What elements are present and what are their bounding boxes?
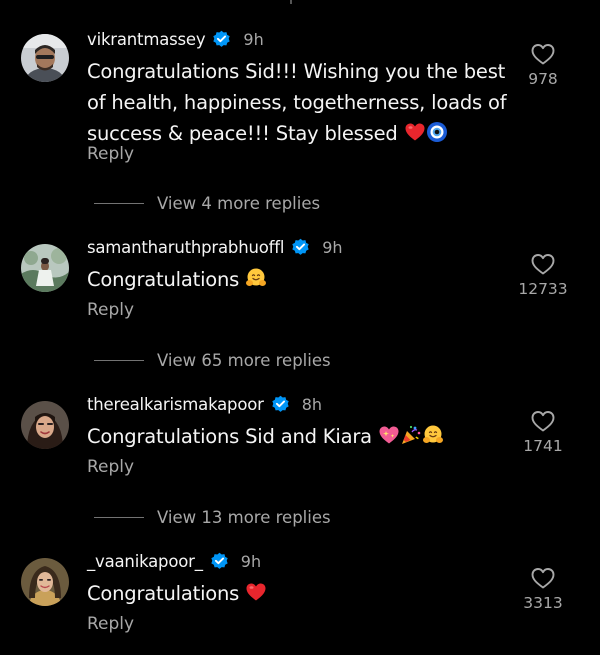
like-area: 1741 [513, 409, 573, 455]
comment-text-line-last: success & peace!!! Stay blessed [87, 118, 507, 149]
view-more-replies[interactable]: View 4 more replies [94, 194, 320, 213]
comment-text-line: success & peace!!! Stay blessed [87, 122, 398, 145]
verified-badge-icon [271, 395, 290, 414]
like-count: 3313 [523, 594, 563, 612]
comment-text-line: Congratulations [87, 268, 240, 291]
reply-button[interactable]: Reply [87, 457, 134, 477]
scroll-indicator [290, 0, 292, 4]
comment-header: therealkarismakapoor 8h [87, 393, 322, 415]
like-area: 978 [513, 42, 573, 88]
avatar[interactable] [21, 401, 69, 449]
red-heart-emoji [404, 121, 426, 143]
comment-text-line-last: Congratulations Sid and Kiara [87, 421, 507, 452]
comment-text: Congratulations [87, 578, 507, 609]
like-count: 12733 [518, 280, 568, 298]
view-more-replies[interactable]: View 13 more replies [94, 508, 331, 527]
reply-button[interactable]: Reply [87, 300, 134, 320]
username[interactable]: _vaanikapoor_ [87, 552, 203, 571]
comment-text-line: of health, happiness, togetherness, load… [87, 91, 507, 114]
verified-badge-icon [212, 30, 231, 49]
comment-header: samantharuthprabhuoffl 9h [87, 236, 343, 258]
verified-badge-icon [210, 552, 229, 571]
like-count: 978 [528, 70, 558, 88]
like-heart-icon[interactable] [530, 409, 556, 433]
red-heart-emoji [245, 581, 267, 603]
like-heart-icon[interactable] [530, 566, 556, 590]
like-heart-icon[interactable] [530, 42, 556, 66]
timestamp: 9h [243, 29, 264, 49]
timestamp: 9h [240, 551, 262, 571]
username[interactable]: therealkarismakapoor [87, 395, 264, 414]
timestamp: 8h [301, 394, 323, 414]
view-more-replies[interactable]: View 65 more replies [94, 351, 331, 370]
comment-_vaanikapoor_: _vaanikapoor_ 9h Congratulations Reply 3… [0, 550, 600, 650]
reply-button[interactable]: Reply [87, 614, 134, 634]
comment-vikrantmassey: vikrantmassey 9h Congratulations Sid!!! … [0, 28, 600, 168]
avatar[interactable] [21, 558, 69, 606]
avatar[interactable] [21, 244, 69, 292]
like-count: 1741 [523, 437, 563, 455]
comment-text-line: Congratulations Sid!!! Wishing you the b… [87, 60, 506, 83]
hugging-face-emoji [422, 424, 444, 446]
avatar[interactable] [21, 34, 69, 82]
view-more-replies-label[interactable]: View 4 more replies [157, 194, 320, 213]
nazar-amulet-emoji [426, 121, 448, 143]
like-heart-icon[interactable] [530, 252, 556, 276]
verified-badge-icon [291, 238, 310, 257]
hugging-face-emoji [245, 267, 267, 289]
comment-text: Congratulations [87, 264, 507, 295]
comment-text-line-last: Congratulations [87, 264, 507, 295]
comment-header: _vaanikapoor_ 9h [87, 550, 261, 572]
comment-text: Congratulations Sid and Kiara [87, 421, 507, 452]
divider-line [94, 517, 144, 518]
timestamp: 9h [322, 237, 343, 257]
comment-therealkarismakapoor: therealkarismakapoor 8h Congratulations … [0, 393, 600, 493]
comment-samantharuthprabhuoffl: samantharuthprabhuoffl 9h Congratulation… [0, 236, 600, 336]
comment-text: Congratulations Sid!!! Wishing you the b… [87, 56, 507, 149]
sparkling-heart-emoji [378, 424, 400, 446]
divider-line [94, 360, 144, 361]
like-area: 12733 [513, 252, 573, 298]
divider-line [94, 203, 144, 204]
like-area: 3313 [513, 566, 573, 612]
comment-text-line: Congratulations Sid and Kiara [87, 425, 372, 448]
username[interactable]: samantharuthprabhuoffl [87, 238, 284, 257]
reply-button[interactable]: Reply [87, 144, 134, 164]
party-popper-emoji [400, 424, 422, 446]
username[interactable]: vikrantmassey [87, 30, 206, 49]
view-more-replies-label[interactable]: View 65 more replies [157, 351, 331, 370]
comment-text-line-last: Congratulations [87, 578, 507, 609]
comment-text-line: Congratulations [87, 582, 240, 605]
comment-header: vikrantmassey 9h [87, 28, 264, 50]
view-more-replies-label[interactable]: View 13 more replies [157, 508, 331, 527]
